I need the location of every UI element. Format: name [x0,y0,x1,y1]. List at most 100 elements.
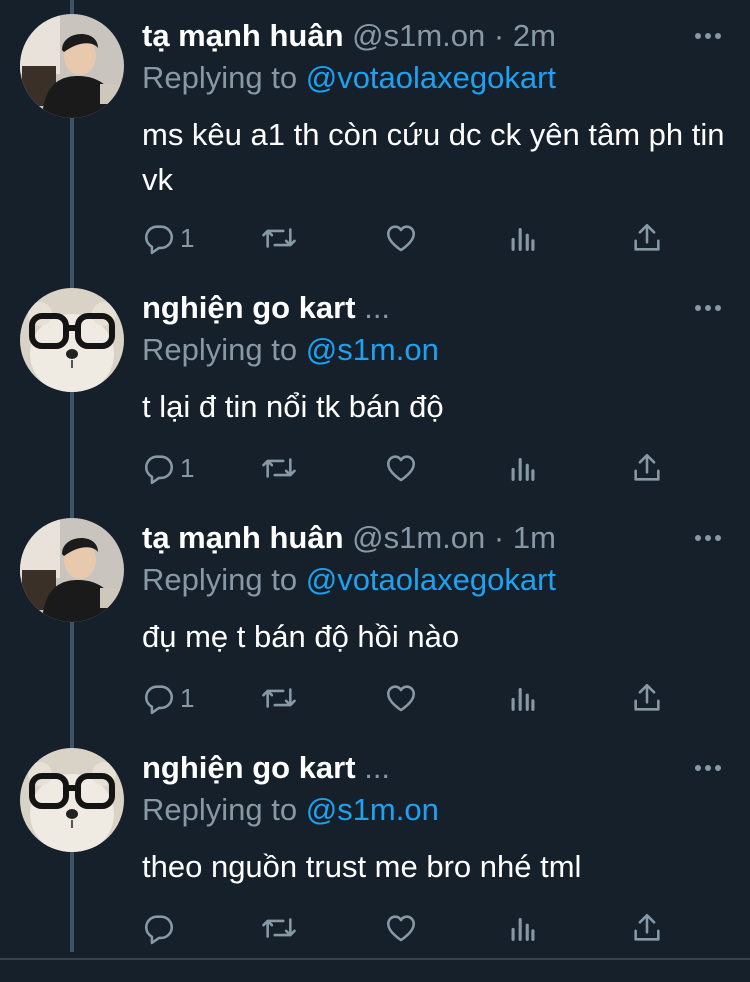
like-icon [386,455,416,482]
share-button[interactable] [630,678,664,718]
more-icon [695,33,721,39]
like-button[interactable] [384,448,418,488]
replying-to-label: Replying to [142,332,306,367]
share-icon [634,223,660,251]
analytics-button[interactable] [508,908,538,948]
more-options-button[interactable] [692,294,724,322]
reply-target-link[interactable]: @s1m.on [306,332,439,367]
reply-count: 1 [180,682,195,713]
replying-to: Replying to @votaolaxegokart [142,58,556,98]
reply-icon [144,685,174,715]
user-photo-avatar-icon [20,14,124,118]
analytics-icon [511,917,535,941]
reply-button[interactable] [142,908,180,948]
more-options-button[interactable] [692,524,724,552]
replying-to: Replying to @votaolaxegokart [142,560,556,600]
avatar[interactable] [20,518,124,622]
analytics-icon [511,227,535,251]
reply-icon [144,455,174,485]
tweet[interactable]: nghiện go kart ... Replying to @s1m.on t… [0,732,750,958]
bear-with-glasses-avatar-icon [20,288,124,392]
reply-button[interactable]: 1 [142,678,194,718]
author-handle[interactable]: @s1m.on [352,18,485,53]
retweet-icon [262,688,296,708]
tweet-header: nghiện go kart ... [142,288,670,328]
author-name[interactable]: tạ mạnh huân [142,18,344,53]
tweet[interactable]: tạ mạnh huân @s1m.on · 1m Replying to @v… [0,502,750,732]
like-icon [386,685,416,712]
more-options-button[interactable] [692,22,724,50]
retweet-icon [262,918,296,938]
share-icon [634,453,660,481]
analytics-button[interactable] [508,678,538,718]
timestamp[interactable]: 2m [513,18,556,53]
reply-target-link[interactable]: @s1m.on [306,792,439,827]
like-icon [386,225,416,252]
tweet[interactable]: tạ mạnh huân @s1m.on · 2m Replying to @v… [0,0,750,270]
tweet-actions [142,908,682,948]
timestamp[interactable]: 1m [513,520,556,555]
like-button[interactable] [384,678,418,718]
avatar[interactable] [20,14,124,118]
share-button[interactable] [630,218,664,258]
tweet-header: tạ mạnh huân @s1m.on · 2m [142,16,670,56]
retweet-icon [262,458,296,478]
reply-button[interactable]: 1 [142,218,194,258]
more-options-button[interactable] [692,754,724,782]
replying-to-label: Replying to [142,562,306,597]
retweet-icon [262,228,296,248]
tweet-actions: 1 [142,448,682,488]
tweet-text: đụ mẹ t bán độ hồi nào [142,619,460,654]
share-button[interactable] [630,908,664,948]
truncated-handle: ... [364,750,391,785]
tweet[interactable]: nghiện go kart ... Replying to @s1m.on t… [0,272,750,502]
retweet-button[interactable] [260,908,298,948]
timeline-divider [0,958,750,960]
reply-count: 1 [180,222,195,253]
bear-with-glasses-avatar-icon [20,748,124,852]
author-name[interactable]: nghiện go kart [142,750,356,785]
retweet-button[interactable] [260,448,298,488]
analytics-icon [511,457,535,481]
analytics-icon [511,687,535,711]
user-photo-avatar-icon [20,518,124,622]
replying-to-label: Replying to [142,792,306,827]
analytics-button[interactable] [508,218,538,258]
more-icon [695,535,721,541]
like-button[interactable] [384,908,418,948]
tweet-text: theo nguồn trust me bro nhé tml [142,849,582,884]
avatar[interactable] [20,748,124,852]
author-name[interactable]: nghiện go kart [142,290,356,325]
avatar[interactable] [20,288,124,392]
tweet-actions: 1 [142,218,682,258]
reply-target-link[interactable]: @votaolaxegokart [306,562,556,597]
replying-to: Replying to @s1m.on [142,330,439,370]
tweet-actions: 1 [142,678,682,718]
like-button[interactable] [384,218,418,258]
reply-icon [144,915,174,945]
retweet-button[interactable] [260,218,298,258]
more-icon [695,305,721,311]
tweet-text: t lại đ tin nổi tk bán độ [142,389,444,424]
retweet-button[interactable] [260,678,298,718]
author-handle[interactable]: @s1m.on [352,520,485,555]
more-icon [695,765,721,771]
tweet-text: ms kêu a1 th còn cứu dc ck yên tâm ph ti… [142,117,725,197]
reply-icon [144,225,174,255]
separator-dot: · [493,18,505,53]
share-icon [634,683,660,711]
reply-button[interactable]: 1 [142,448,194,488]
truncated-handle: ... [364,290,391,325]
separator-dot: · [493,520,505,555]
tweet-header: nghiện go kart ... [142,748,670,788]
replying-to: Replying to @s1m.on [142,790,439,830]
analytics-button[interactable] [508,448,538,488]
tweet-header: tạ mạnh huân @s1m.on · 1m [142,518,670,558]
share-icon [634,913,660,941]
reply-count: 1 [180,452,195,483]
replying-to-label: Replying to [142,60,306,95]
author-name[interactable]: tạ mạnh huân [142,520,344,555]
reply-target-link[interactable]: @votaolaxegokart [306,60,556,95]
share-button[interactable] [630,448,664,488]
like-icon [386,915,416,942]
